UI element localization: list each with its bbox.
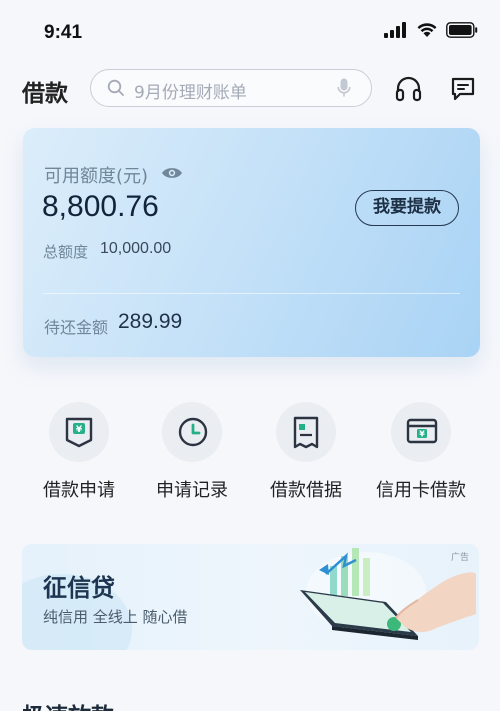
- shortcut-credit-card-loan[interactable]: ¥ 信用卡借款: [361, 400, 481, 502]
- page-title: 借款: [22, 81, 68, 107]
- credit-limit-card: 可用额度(元) 8,800.76 我要提款 总额度 10,000.00 待还金额…: [23, 128, 480, 357]
- section-title-fast-loan: 极速放款: [22, 697, 114, 711]
- eye-icon[interactable]: [161, 166, 183, 180]
- total-limit-value: 10,000.00: [100, 240, 172, 257]
- amount-due-label: 待还金额: [44, 318, 109, 337]
- svg-text:¥: ¥: [419, 430, 425, 439]
- credit-card-loan-icon: ¥: [406, 418, 438, 444]
- loan-apply-icon: ¥: [65, 417, 93, 448]
- shortcut-icon-circle: [276, 402, 336, 462]
- shortcut-loan-apply[interactable]: ¥ 借款申请: [19, 400, 139, 502]
- withdraw-button[interactable]: 我要提款: [355, 190, 459, 226]
- message-icon[interactable]: [450, 76, 476, 102]
- headset-icon[interactable]: [395, 76, 422, 102]
- shortcut-icon-circle: ¥: [49, 402, 109, 462]
- shortcut-label: 借款借据: [270, 480, 342, 501]
- search-placeholder: 9月份理财账单: [134, 83, 247, 103]
- shortcut-icon-circle: [162, 402, 222, 462]
- search-icon: [107, 79, 124, 96]
- status-bar: 9:41: [0, 0, 500, 60]
- shortcut-label: 申请记录: [156, 480, 228, 501]
- available-limit-amount: 8,800.76: [42, 190, 159, 223]
- svg-text:¥: ¥: [76, 425, 83, 435]
- promo-title: 征信贷: [43, 574, 115, 602]
- available-limit-label: 可用额度(元): [44, 166, 149, 187]
- clock-icon: [178, 417, 208, 447]
- screen: 9:41 借款 9月份理财账单 可用额度(元) 8,800.76 我要提款 总额…: [0, 0, 500, 711]
- status-icons: [384, 22, 478, 38]
- header: 借款 9月份理财账单: [0, 66, 500, 112]
- search-input[interactable]: 9月份理财账单: [90, 69, 372, 107]
- microphone-icon[interactable]: [337, 78, 351, 98]
- wifi-icon: [417, 23, 437, 37]
- amount-due-value: 289.99: [118, 310, 183, 333]
- promo-subtitle: 纯信用 全线上 随心借: [43, 608, 188, 626]
- shortcut-loan-receipt[interactable]: 借款借据: [246, 400, 366, 502]
- shortcut-icon-circle: ¥: [391, 402, 451, 462]
- card-divider: [43, 293, 460, 294]
- receipt-icon: [293, 416, 319, 449]
- phone-hand-illustration: [300, 548, 476, 640]
- shortcut-label: 借款申请: [43, 480, 115, 501]
- battery-icon: [446, 22, 478, 38]
- signal-icon: [384, 22, 406, 38]
- shortcut-label: 信用卡借款: [376, 480, 466, 501]
- shortcut-apply-records[interactable]: 申请记录: [132, 400, 252, 502]
- total-limit-label: 总额度: [43, 243, 89, 261]
- promo-banner[interactable]: 征信贷 纯信用 全线上 随心借 广告: [22, 544, 479, 650]
- status-time: 9:41: [44, 22, 83, 43]
